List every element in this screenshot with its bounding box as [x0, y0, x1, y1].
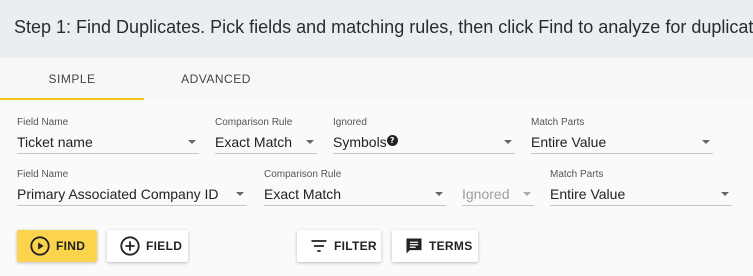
- simple-panel: Field Name Ticket name Comparison Rule E…: [0, 100, 753, 276]
- play-circle-icon: [29, 235, 51, 257]
- filter-button[interactable]: FILTER: [297, 230, 381, 262]
- filter-button-label: FILTER: [334, 239, 377, 253]
- chevron-down-icon: [504, 140, 512, 144]
- chevron-down-icon: [188, 140, 196, 144]
- comment-icon: [404, 236, 424, 256]
- find-button[interactable]: FIND: [17, 230, 97, 262]
- comparison-rule-value: Exact Match: [215, 134, 293, 150]
- ignored-select[interactable]: Symbols?: [333, 132, 515, 154]
- chevron-down-icon: [702, 140, 710, 144]
- field-name-value: Ticket name: [17, 134, 93, 150]
- ignored-value: Symbols: [333, 134, 387, 150]
- comparison-rule-select[interactable]: Exact Match: [215, 132, 317, 154]
- ignored-placeholder: Ignored: [462, 186, 510, 202]
- terms-button[interactable]: TERMS: [392, 230, 478, 262]
- field-name-label: Field Name: [17, 117, 69, 128]
- ignored-select-disabled: Ignored: [462, 184, 534, 206]
- mode-tabs: SIMPLE ADVANCED: [0, 58, 753, 100]
- chevron-down-icon: [523, 192, 531, 196]
- match-parts-value: Entire Value: [550, 186, 626, 202]
- ignored-label: Ignored: [333, 117, 367, 128]
- comparison-rule-select[interactable]: Exact Match: [264, 184, 446, 206]
- comparison-rule-label: Comparison Rule: [215, 117, 293, 128]
- match-parts-select[interactable]: Entire Value: [550, 184, 732, 206]
- field-name-select[interactable]: Ticket name: [17, 132, 199, 154]
- chevron-down-icon: [306, 140, 314, 144]
- tab-advanced[interactable]: ADVANCED: [144, 58, 288, 100]
- chevron-down-icon: [236, 192, 244, 196]
- chevron-down-icon: [721, 192, 729, 196]
- match-parts-value: Entire Value: [531, 134, 607, 150]
- tab-simple[interactable]: SIMPLE: [0, 58, 144, 100]
- help-icon[interactable]: ?: [386, 135, 398, 146]
- field-name-select[interactable]: Primary Associated Company ID: [17, 184, 247, 206]
- field-name-label: Field Name: [17, 169, 69, 180]
- comparison-rule-label: Comparison Rule: [264, 169, 342, 180]
- instruction-header: Step 1: Find Duplicates. Pick fields and…: [0, 0, 753, 58]
- chevron-down-icon: [435, 192, 443, 196]
- match-parts-label: Match Parts: [531, 117, 585, 128]
- instruction-text: Step 1: Find Duplicates. Pick fields and…: [14, 17, 753, 37]
- match-parts-label: Match Parts: [550, 169, 604, 180]
- add-field-button[interactable]: FIELD: [107, 230, 188, 262]
- match-parts-select[interactable]: Entire Value: [531, 132, 713, 154]
- add-circle-icon: [119, 235, 141, 257]
- comparison-rule-value: Exact Match: [264, 186, 342, 202]
- terms-button-label: TERMS: [429, 239, 473, 253]
- filter-list-icon: [309, 236, 329, 256]
- add-field-button-label: FIELD: [146, 239, 183, 253]
- find-button-label: FIND: [56, 239, 86, 253]
- field-name-value: Primary Associated Company ID: [17, 186, 219, 202]
